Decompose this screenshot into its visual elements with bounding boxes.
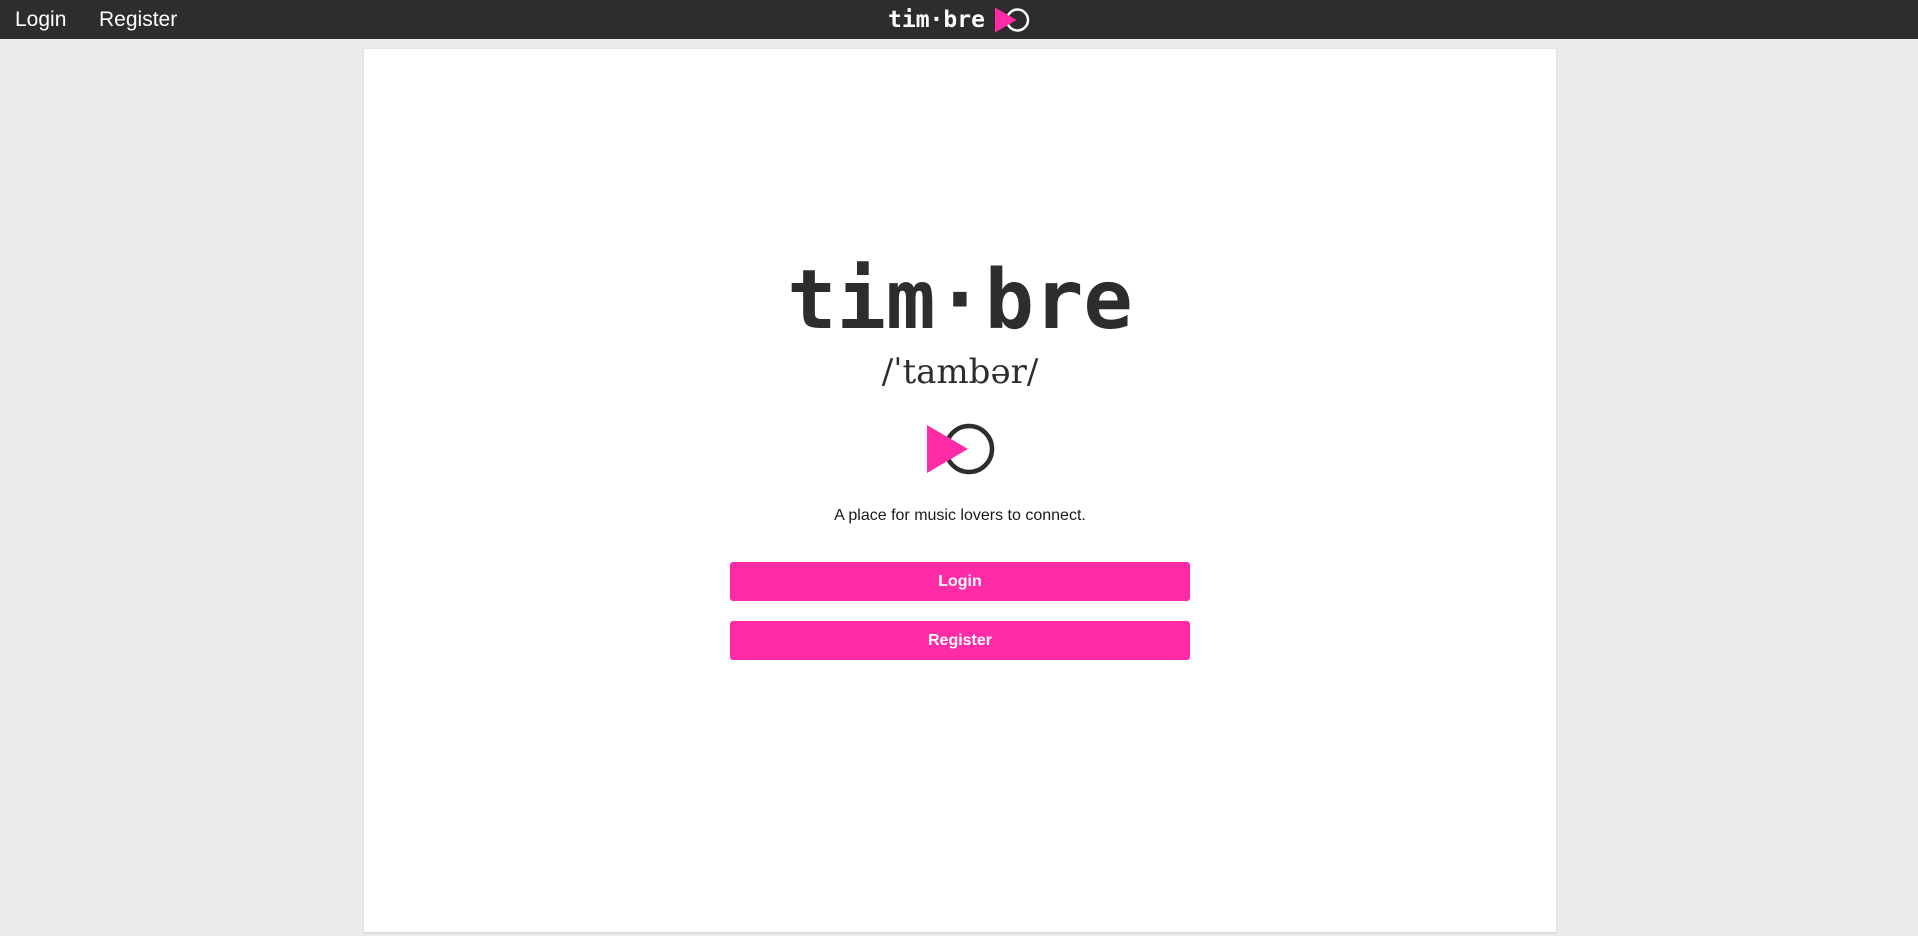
nav-login-link[interactable]: Login [15, 0, 66, 39]
play-circle-logo-icon [994, 7, 1030, 32]
pronunciation-text: /ˈtambər/ [881, 352, 1039, 392]
nav-register-link[interactable]: Register [99, 0, 177, 39]
login-button[interactable]: Login [730, 562, 1190, 601]
tagline: A place for music lovers to connect. [834, 507, 1086, 524]
landing-card: tim·bre /ˈtambər/ A place for music love… [364, 49, 1556, 932]
play-circle-logo-icon [927, 423, 995, 475]
top-navbar: Login Register tim·bre [0, 0, 1918, 39]
register-button[interactable]: Register [730, 621, 1190, 660]
nav-brand-text: tim·bre [888, 6, 985, 33]
nav-brand[interactable]: tim·bre [888, 0, 1030, 39]
hero-title: tim·bre [787, 253, 1133, 348]
